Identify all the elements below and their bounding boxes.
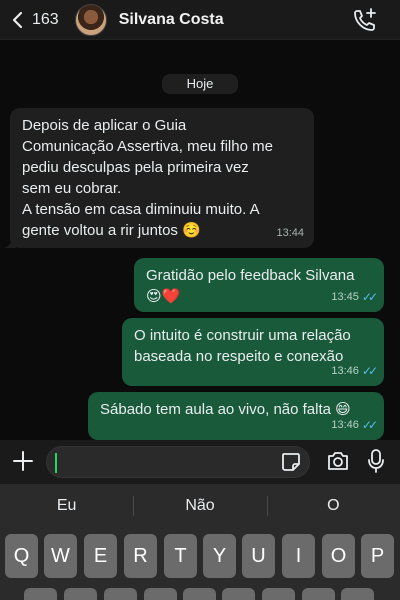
key[interactable]: [64, 588, 97, 600]
key[interactable]: T: [164, 534, 197, 578]
back-button[interactable]: 163: [0, 11, 59, 29]
sticker-icon[interactable]: [280, 451, 302, 473]
key[interactable]: [24, 588, 57, 600]
key[interactable]: U: [242, 534, 275, 578]
text-cursor: [55, 453, 57, 473]
message-time: 13:44: [276, 227, 304, 239]
message-line: O intuito é construir uma relação: [134, 327, 351, 344]
contact-avatar[interactable]: [74, 3, 107, 36]
message-line: pediu desculpas pela primeira vez: [22, 159, 249, 176]
suggestion-bar: Eu Não O: [0, 484, 400, 528]
key[interactable]: W: [44, 534, 77, 578]
suggestion-item[interactable]: Eu: [0, 484, 133, 528]
suggestion-item[interactable]: Não: [133, 484, 266, 528]
chat-header: 163 Silvana Costa: [0, 0, 400, 40]
key[interactable]: [104, 588, 137, 600]
contact-name[interactable]: Silvana Costa: [119, 11, 224, 29]
message-outgoing[interactable]: Gratidão pelo feedback Silvana 😍❤️ 13:45…: [134, 258, 384, 312]
suggestion-item[interactable]: O: [266, 484, 400, 528]
day-chip: Hoje: [162, 74, 238, 94]
read-ticks-icon: ✓✓: [361, 418, 378, 432]
key[interactable]: [341, 588, 374, 600]
key[interactable]: [222, 588, 255, 600]
message-line: A tensão em casa diminuiu muito. A: [22, 201, 260, 218]
key[interactable]: [144, 588, 177, 600]
key[interactable]: Q: [5, 534, 38, 578]
message-outgoing[interactable]: O intuito é construir uma relação basead…: [122, 318, 384, 386]
key[interactable]: P: [361, 534, 394, 578]
read-ticks-icon: ✓✓: [361, 364, 378, 378]
message-time: 13:45: [331, 291, 359, 303]
message-line: sem eu cobrar.: [22, 180, 122, 197]
key[interactable]: Y: [203, 534, 236, 578]
key[interactable]: [262, 588, 295, 600]
plus-icon[interactable]: [12, 450, 34, 472]
message-line: Gratidão pelo feedback Silvana: [146, 267, 355, 284]
key[interactable]: I: [282, 534, 315, 578]
key[interactable]: [302, 588, 335, 600]
message-line: Comunicação Assertiva, meu filho me: [22, 138, 273, 155]
message-line: Depois de aplicar o Guia: [22, 117, 187, 134]
key[interactable]: [183, 588, 216, 600]
chat-area[interactable]: Hoje Depois de aplicar o Guia Comunicaçã…: [0, 40, 400, 440]
message-time: 13:46: [331, 365, 359, 377]
message-line: gente voltou a rir juntos ☺️: [22, 222, 201, 239]
message-outgoing[interactable]: Sábado tem aula ao vivo, não falta 😄 13:…: [88, 392, 384, 440]
key[interactable]: E: [84, 534, 117, 578]
add-call-icon[interactable]: [352, 7, 378, 33]
message-input[interactable]: [46, 446, 310, 478]
key[interactable]: O: [322, 534, 355, 578]
message-time: 13:46: [331, 419, 359, 431]
mic-icon[interactable]: [366, 448, 386, 474]
read-ticks-icon: ✓✓: [361, 290, 378, 304]
key[interactable]: R: [124, 534, 157, 578]
keyboard-second-row: [0, 584, 400, 600]
chevron-left-icon: [12, 11, 23, 28]
keyboard: Eu Não O Q W E R T Y U I O P: [0, 484, 400, 600]
camera-icon[interactable]: [326, 449, 350, 473]
unread-count: 163: [32, 10, 59, 28]
message-incoming[interactable]: Depois de aplicar o Guia Comunicação Ass…: [10, 108, 314, 248]
